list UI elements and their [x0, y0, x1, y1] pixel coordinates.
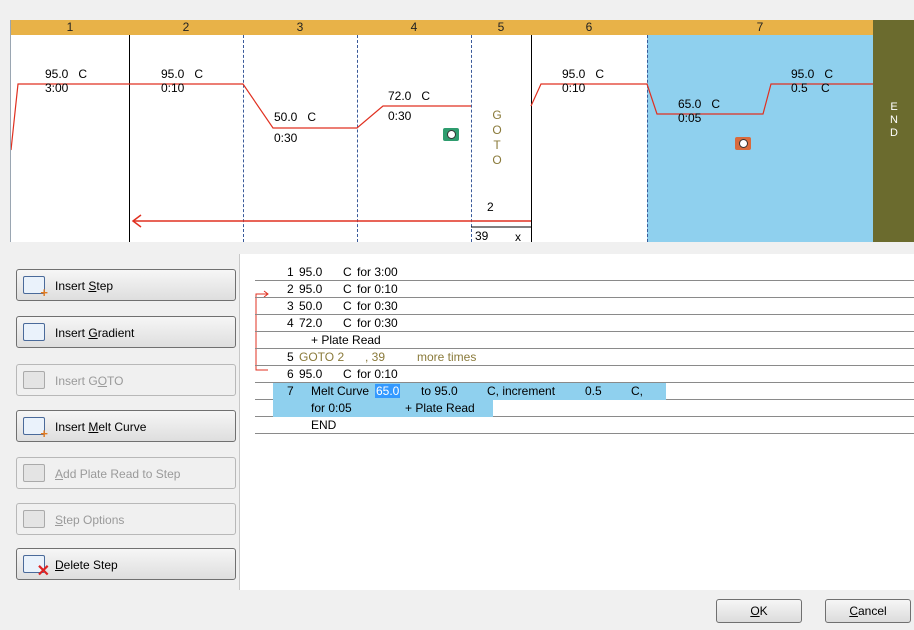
melt-start-temp[interactable]: 65.0 C	[678, 97, 720, 111]
protocol-row[interactable]: 2 95.0 C for 0:10	[255, 281, 914, 298]
protocol-row-end[interactable]: END	[255, 417, 914, 434]
insert-gradient-button[interactable]: Insert Gradient	[16, 316, 236, 348]
melt-increment[interactable]: 0.5 C	[791, 81, 830, 95]
step4-time[interactable]: 0:30	[388, 109, 411, 123]
step1-temp[interactable]: 95.0 C	[45, 67, 87, 81]
step6-time[interactable]: 0:10	[562, 81, 585, 95]
delete-step-button[interactable]: ✕ Delete Step	[16, 548, 236, 580]
ok-button[interactable]: OK	[716, 599, 802, 623]
goto-label: G O T O	[490, 108, 504, 168]
step6-temp[interactable]: 95.0 C	[562, 67, 604, 81]
melt-curve-icon: +	[23, 417, 48, 440]
step3-temp[interactable]: 50.0 C	[274, 110, 316, 124]
add-plate-read-button[interactable]: Add Plate Read to Step	[16, 457, 236, 489]
insert-goto-button[interactable]: Insert GOTO	[16, 364, 236, 396]
goto-letter: O	[492, 123, 502, 137]
insert-step-button[interactable]: + Insert Step	[16, 269, 236, 301]
gradient-icon	[23, 323, 45, 341]
protocol-text-list[interactable]: 1 95.0 C for 3:00 2 95.0 C for 0:10 3 50…	[239, 254, 914, 590]
goto-repeat-x: x	[515, 230, 521, 242]
insert-melt-curve-button[interactable]: + Insert Melt Curve	[16, 410, 236, 442]
goto-target-step[interactable]: 2	[487, 200, 494, 214]
melt-end-temp[interactable]: 95.0 C	[791, 67, 833, 81]
plate-read-camera-icon[interactable]	[735, 137, 751, 150]
step2-time[interactable]: 0:10	[161, 81, 184, 95]
melt-time[interactable]: 0:05	[678, 111, 701, 125]
step4-temp[interactable]: 72.0 C	[388, 89, 430, 103]
protocol-row-goto[interactable]: 5 GOTO 2 , 39 more times	[255, 349, 914, 366]
goto-letter: G	[492, 108, 502, 122]
melt-start-field[interactable]: 65.0	[375, 384, 401, 398]
delete-step-icon: ✕	[23, 555, 50, 580]
step3-time[interactable]: 0:30	[274, 131, 297, 145]
end-letter: D	[890, 127, 898, 139]
end-bar: E N D	[873, 20, 914, 242]
goto-letter: T	[493, 138, 501, 152]
protocol-row[interactable]: 4 72.0 C for 0:30	[255, 315, 914, 332]
cancel-button[interactable]: Cancel	[825, 599, 911, 623]
protocol-graph[interactable]: 1 2 3 4 5 6 7 95.0 C 3:00 95.0 C 0:10 50…	[10, 20, 914, 242]
protocol-row[interactable]: 6 95.0 C for 0:10	[255, 366, 914, 383]
goto-letter: O	[492, 153, 502, 167]
step-button-panel: + Insert Step Insert Gradient Insert GOT…	[10, 254, 236, 590]
protocol-row[interactable]: 1 95.0 C for 3:00	[255, 264, 914, 281]
step-options-button[interactable]: Step Options	[16, 503, 236, 535]
temperature-trace	[11, 83, 873, 228]
end-letter: N	[890, 114, 898, 126]
protocol-row[interactable]: 3 50.0 C for 0:30	[255, 298, 914, 315]
step-options-icon	[23, 510, 45, 528]
goto-icon	[23, 371, 45, 389]
protocol-row-melt-2[interactable]: for 0:05 + Plate Read	[255, 400, 914, 417]
goto-repeat-count[interactable]: 39	[475, 229, 488, 242]
end-letter: E	[890, 101, 898, 113]
pcr-protocol-editor: 1 2 3 4 5 6 7 95.0 C 3:00 95.0 C 0:10 50…	[0, 0, 914, 630]
plate-read-camera-icon[interactable]	[443, 128, 459, 141]
step-icon: +	[23, 276, 48, 299]
protocol-row[interactable]: + Plate Read	[255, 332, 914, 349]
step2-temp[interactable]: 95.0 C	[161, 67, 203, 81]
protocol-row-melt[interactable]: 7 Melt Curve 65.0 to 95.0 C, increment 0…	[255, 383, 914, 400]
step1-time[interactable]: 3:00	[45, 81, 68, 95]
camera-icon	[23, 464, 45, 482]
